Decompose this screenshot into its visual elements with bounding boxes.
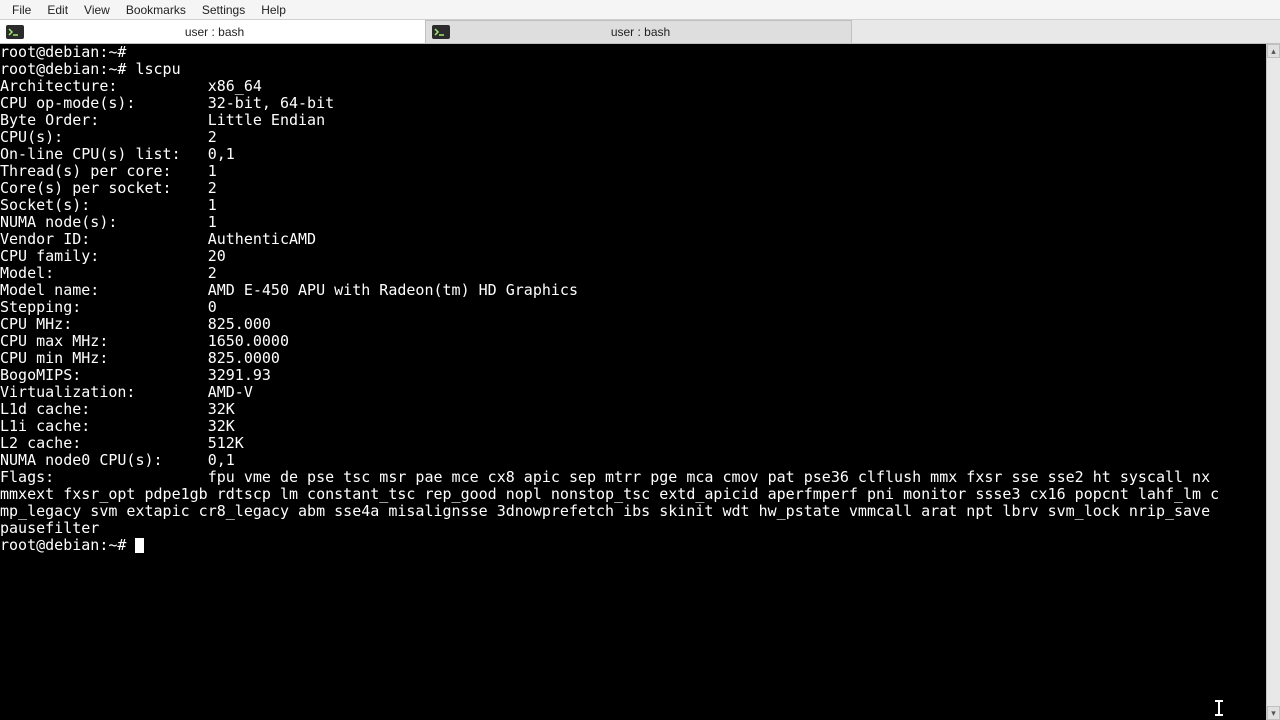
- terminal-cursor: [135, 538, 144, 553]
- scroll-up-button[interactable]: ▴: [1267, 44, 1280, 58]
- tab-label: user : bash: [30, 25, 425, 39]
- terminal-icon: [430, 23, 452, 41]
- scroll-track[interactable]: [1267, 58, 1280, 706]
- terminal-container: root@debian:~# root@debian:~# lscpu Arch…: [0, 44, 1280, 720]
- menu-bookmarks[interactable]: Bookmarks: [118, 1, 194, 19]
- terminal-output[interactable]: root@debian:~# root@debian:~# lscpu Arch…: [0, 44, 1266, 720]
- tab-label: user : bash: [456, 25, 851, 39]
- menu-edit[interactable]: Edit: [39, 1, 76, 19]
- menu-file[interactable]: File: [4, 1, 39, 19]
- menu-help[interactable]: Help: [253, 1, 294, 19]
- menu-view[interactable]: View: [76, 1, 118, 19]
- menu-bar: File Edit View Bookmarks Settings Help: [0, 0, 1280, 20]
- menu-settings[interactable]: Settings: [194, 1, 253, 19]
- tab-1[interactable]: user : bash: [0, 20, 426, 43]
- terminal-icon: [4, 23, 26, 41]
- tab-2[interactable]: user : bash: [426, 20, 852, 43]
- tab-bar: user : bash user : bash: [0, 20, 1280, 44]
- scroll-down-button[interactable]: ▾: [1267, 706, 1280, 720]
- scrollbar[interactable]: ▴ ▾: [1266, 44, 1280, 720]
